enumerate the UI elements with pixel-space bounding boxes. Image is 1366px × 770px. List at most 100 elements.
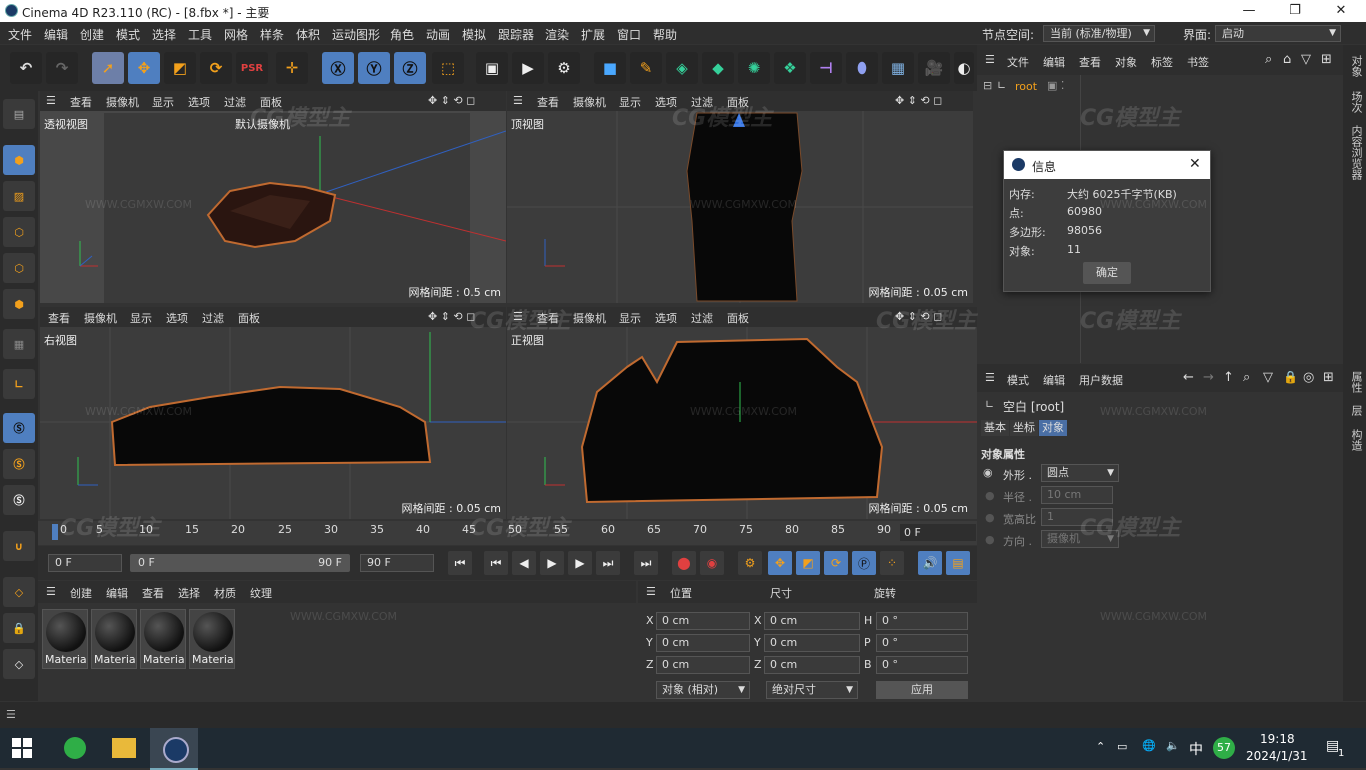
playhead[interactable] — [52, 524, 58, 540]
animate-dot-icon[interactable]: ● — [985, 489, 995, 502]
vp-menu-options[interactable]: 选项 — [655, 94, 677, 110]
network-icon[interactable]: ▭ — [1117, 740, 1127, 753]
menu-select[interactable]: 选择 — [152, 26, 176, 43]
floor-icon[interactable]: ▦ — [882, 52, 914, 84]
new-window-icon[interactable]: ⊞ — [1323, 370, 1334, 385]
y-axis-icon[interactable]: Ⓨ — [358, 52, 390, 84]
animate-dot-icon[interactable]: ◉ — [983, 466, 993, 479]
target-icon[interactable]: ◎ — [1303, 370, 1314, 385]
filter-icon[interactable]: ▽ — [1301, 52, 1311, 67]
attr-menu-mode[interactable]: 模式 — [1007, 372, 1029, 388]
obj-menu-view[interactable]: 查看 — [1079, 54, 1101, 70]
menu-file[interactable]: 文件 — [8, 26, 32, 43]
magnet-icon[interactable]: ∪ — [3, 531, 35, 561]
menu-edit[interactable]: 编辑 — [44, 26, 68, 43]
file-explorer-icon[interactable] — [112, 738, 136, 758]
render-settings-icon[interactable]: ⚙ — [548, 52, 580, 84]
deformer-icon[interactable]: ⊣ — [810, 52, 842, 84]
vp-menu-display[interactable]: 显示 — [619, 310, 641, 326]
menu-help[interactable]: 帮助 — [653, 26, 677, 43]
close-icon[interactable]: ✕ — [1189, 156, 1201, 172]
rot-p-field[interactable]: 0 ° — [876, 634, 968, 652]
menu-simulate[interactable]: 模拟 — [462, 26, 486, 43]
new-window-icon[interactable]: ⊞ — [1321, 52, 1332, 67]
prev-frame-icon[interactable]: ◀ — [512, 551, 536, 575]
obj-menu-tags[interactable]: 标签 — [1151, 54, 1173, 70]
obj-menu-object[interactable]: 对象 — [1115, 54, 1137, 70]
current-frame-field[interactable]: 0 F — [900, 524, 976, 541]
vp-menu-panel[interactable]: 面板 — [727, 94, 749, 110]
attr-menu-edit[interactable]: 编辑 — [1043, 372, 1065, 388]
end-frame-field[interactable]: 90 F — [360, 554, 434, 572]
vp-menu-options[interactable]: 选项 — [655, 310, 677, 326]
menu-character[interactable]: 角色 — [390, 26, 414, 43]
hamburger-icon[interactable]: ☰ — [46, 585, 56, 598]
size-x-field[interactable]: 0 cm — [764, 612, 860, 630]
rot-h-field[interactable]: 0 ° — [876, 612, 968, 630]
mat-menu-edit[interactable]: 编辑 — [106, 585, 128, 601]
pen-icon[interactable]: ✎ — [630, 52, 662, 84]
lock-workplane-icon[interactable]: 🔒 — [3, 613, 35, 643]
grid-workplane-icon[interactable]: ◇ — [3, 649, 35, 679]
tab-structure[interactable]: 构造 — [1348, 429, 1364, 451]
keyframe-selection-icon[interactable]: ⚙ — [738, 551, 762, 575]
goto-end-icon[interactable]: ⏭ — [634, 551, 658, 575]
search-icon[interactable]: ⌕ — [1265, 52, 1272, 67]
goto-start-icon[interactable]: ⏮ — [448, 551, 472, 575]
vp-menu-view[interactable]: 查看 — [537, 94, 559, 110]
menu-extensions[interactable]: 扩展 — [581, 26, 605, 43]
vp-menu-options[interactable]: 选项 — [166, 310, 188, 326]
subdivision-icon[interactable]: ◈ — [666, 52, 698, 84]
tab-object[interactable]: 对象 — [1039, 420, 1067, 436]
menu-create[interactable]: 创建 — [80, 26, 104, 43]
menu-volume[interactable]: 体积 — [296, 26, 320, 43]
view-menu-icon[interactable]: ☰ — [513, 94, 523, 107]
mograph-icon[interactable]: ❖ — [774, 52, 806, 84]
perspective-viewport[interactable]: ☰ 查看 摄像机 显示 选项 过滤 面板 ✥ ⇕ ⟲ ◻ 透视视图 默认摄像机 … — [40, 91, 506, 303]
vp-menu-camera[interactable]: 摄像机 — [84, 310, 117, 326]
workplane-snap-icon[interactable]: Ⓢ — [3, 485, 35, 515]
back-arrow-icon[interactable]: ← — [1183, 370, 1194, 385]
render-picture-viewer-icon[interactable]: ▶ — [512, 52, 544, 84]
aspect-ratio-field[interactable]: 1 — [1041, 508, 1113, 526]
make-editable-icon[interactable]: ▤ — [3, 99, 35, 129]
rot-b-field[interactable]: 0 ° — [876, 656, 968, 674]
tab-basic[interactable]: 基本 — [981, 420, 1009, 436]
light-icon[interactable]: ◐ — [954, 52, 974, 84]
ime-indicator[interactable]: 中 — [1189, 739, 1203, 759]
move-icon[interactable]: ✥ — [128, 52, 160, 84]
material-swatch[interactable]: Materia — [42, 609, 88, 669]
point-mode-icon[interactable]: ⬡ — [3, 217, 35, 247]
frame-range-slider[interactable]: 0 F 90 F — [130, 554, 350, 572]
key-rotation-icon[interactable]: ⟳ — [824, 551, 848, 575]
psr-icon[interactable]: PSR — [236, 52, 268, 84]
tab-layers[interactable]: 层 — [1348, 405, 1364, 416]
filter-icon[interactable]: ▽ — [1263, 370, 1273, 385]
visibility-icon[interactable]: ▣ ⁚ — [1047, 79, 1064, 92]
object-name[interactable]: root — [1015, 80, 1037, 93]
size-mode-select[interactable]: 绝对尺寸 ▼ — [766, 681, 858, 699]
snap-settings-icon[interactable]: Ⓢ — [3, 449, 35, 479]
tab-takes[interactable]: 场次 — [1348, 91, 1364, 113]
expand-icon[interactable]: ⊟ — [983, 79, 992, 92]
home-icon[interactable]: ⌂ — [1283, 52, 1291, 67]
up-arrow-icon[interactable]: ↑ — [1223, 370, 1234, 385]
play-icon[interactable]: ▶ — [540, 551, 564, 575]
animate-dot-icon[interactable]: ● — [985, 511, 995, 524]
menu-spline[interactable]: 样条 — [260, 26, 284, 43]
tab-coord[interactable]: 坐标 — [1010, 420, 1038, 436]
render-view-icon[interactable]: ▣ — [476, 52, 508, 84]
vp-menu-filter[interactable]: 过滤 — [691, 310, 713, 326]
attr-menu-userdata[interactable]: 用户数据 — [1079, 372, 1123, 388]
front-viewport[interactable]: ☰ 查看 摄像机 显示 选项 过滤 面板 ✥ ⇕ ⟲ ◻ 正视图 网格间距 : … — [507, 307, 977, 519]
model-mode-icon[interactable]: ⬢ — [3, 145, 35, 175]
obj-menu-bookmarks[interactable]: 书签 — [1187, 54, 1209, 70]
vp-menu-camera[interactable]: 摄像机 — [573, 310, 606, 326]
orientation-select[interactable]: 摄像机 ▼ — [1041, 530, 1119, 548]
transform-icon[interactable]: ✛ — [276, 52, 308, 84]
sound-icon[interactable]: 🔊 — [918, 551, 942, 575]
obj-menu-file[interactable]: 文件 — [1007, 54, 1029, 70]
vp-menu-filter[interactable]: 过滤 — [202, 310, 224, 326]
menu-render[interactable]: 渲染 — [545, 26, 569, 43]
record-icon[interactable]: ⬤ — [672, 551, 696, 575]
